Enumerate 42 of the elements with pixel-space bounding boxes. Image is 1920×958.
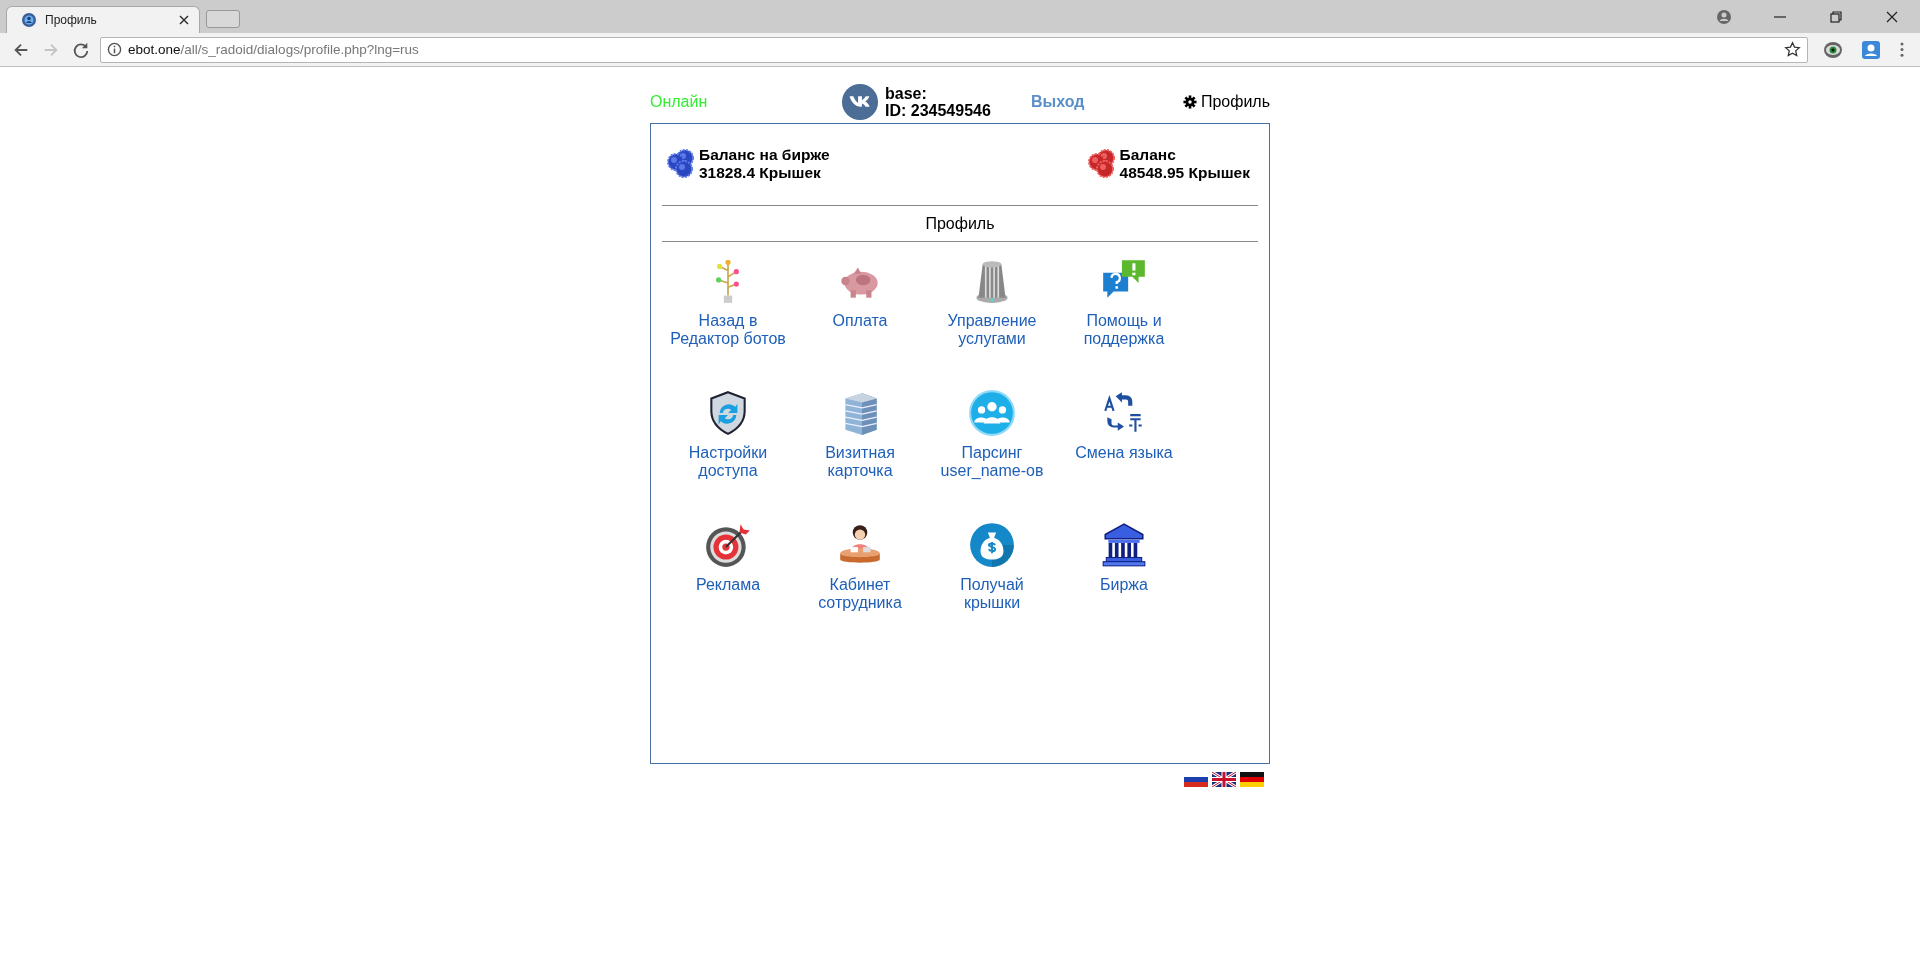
- menu-item[interactable]: Кабинет сотрудника: [818, 520, 902, 612]
- menu-item[interactable]: Смена языка: [1075, 388, 1173, 462]
- menu-item[interactable]: Помощь и поддержка: [1083, 256, 1165, 348]
- balance-amount: 31828.4 Крышек: [699, 164, 822, 182]
- section-title: Профиль: [925, 214, 995, 233]
- menu-item[interactable]: Настройки доступа: [688, 388, 768, 480]
- menu-item[interactable]: Получай крышки: [960, 520, 1024, 612]
- browser-tab[interactable]: Профиль: [6, 6, 200, 33]
- menu-icon[interactable]: [1900, 42, 1904, 57]
- bookmark-star-icon[interactable]: [1784, 41, 1801, 58]
- british-flag-icon[interactable]: [1212, 772, 1236, 787]
- money-bag-icon: [967, 520, 1017, 570]
- eye-extension-icon[interactable]: [1823, 39, 1843, 60]
- menu-item[interactable]: Управление услугами: [947, 256, 1037, 348]
- user-name: base:: [885, 85, 928, 102]
- profile-link[interactable]: Профиль: [1182, 93, 1270, 111]
- vk-logo-icon: [841, 83, 879, 121]
- bottle-caps-icon: [666, 148, 696, 178]
- menu-item[interactable]: Биржа: [1099, 520, 1149, 594]
- online-status: Онлайн: [650, 93, 708, 111]
- user-id: ID: 234549546: [885, 102, 991, 119]
- people-icon: [967, 388, 1017, 438]
- balance-title: Баланс на бирже: [699, 146, 830, 164]
- menu-item[interactable]: Визитная карточка: [825, 388, 895, 480]
- close-icon[interactable]: [179, 15, 189, 25]
- balance-amount: 48548.95 Крышек: [1119, 164, 1250, 182]
- address-bar[interactable]: ebot.one/all/s_radoid/dialogs/profile.php?lng=rus: [100, 36, 1808, 63]
- account-icon[interactable]: [1716, 9, 1732, 25]
- profile-extension-icon[interactable]: [1861, 39, 1881, 60]
- restore-icon[interactable]: [1828, 9, 1844, 25]
- german-flag-icon[interactable]: [1240, 772, 1264, 787]
- menu-item[interactable]: Парсинг user_name-ов: [940, 388, 1044, 480]
- menu-item[interactable]: Реклама: [695, 520, 761, 594]
- tab-title: Профиль: [45, 13, 98, 27]
- logout-link[interactable]: Выход: [1031, 93, 1085, 111]
- close-icon[interactable]: [1884, 9, 1900, 25]
- menu-item[interactable]: Назад в Редактор ботов: [670, 256, 786, 348]
- url-text: ebot.one/all/s_radoid/dialogs/profile.php?lng=rus: [128, 42, 420, 57]
- info-icon[interactable]: [107, 42, 122, 57]
- balance-title: Баланс: [1119, 146, 1177, 164]
- bottle-caps-icon: [1086, 148, 1117, 178]
- menu-item[interactable]: Оплата: [832, 256, 888, 330]
